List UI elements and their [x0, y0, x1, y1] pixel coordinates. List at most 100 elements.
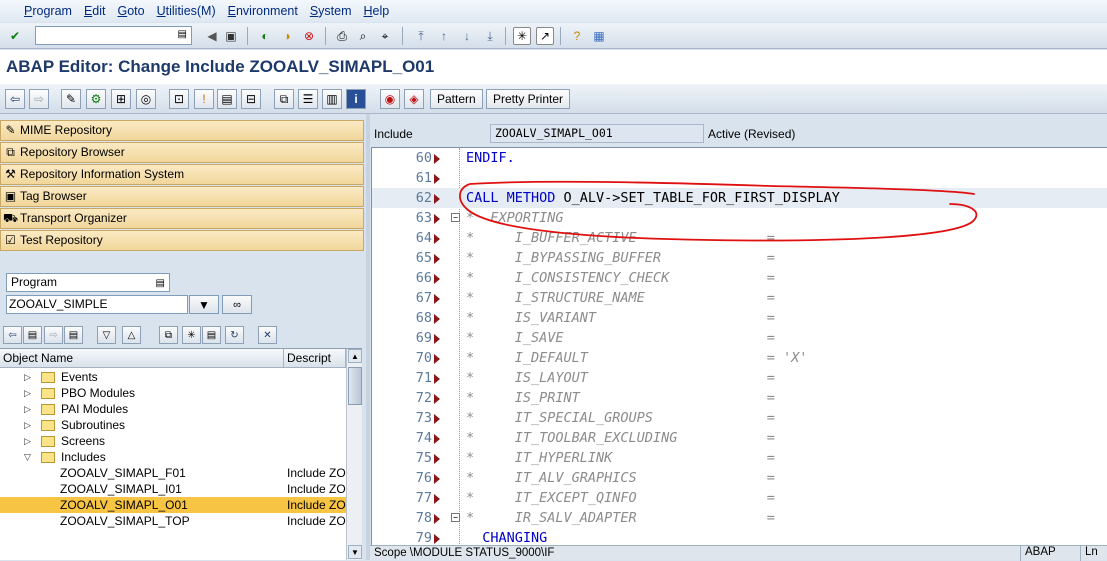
- object-name-dropdown[interactable]: ▼: [189, 295, 219, 314]
- column-description[interactable]: Descript: [284, 349, 346, 368]
- line-marker-icon[interactable]: [434, 454, 440, 464]
- column-object-name[interactable]: Object Name: [0, 349, 284, 368]
- back-arrow-icon[interactable]: ⇦: [5, 89, 25, 109]
- menu-item-utilities-m-[interactable]: Utilities(M): [151, 4, 222, 18]
- code-line[interactable]: 74 * IT_TOOLBAR_EXCLUDING =: [372, 428, 1107, 448]
- line-marker-icon[interactable]: [434, 174, 440, 184]
- tree-folder-row[interactable]: ▷ PAI Modules: [0, 401, 346, 417]
- line-marker-icon[interactable]: [434, 214, 440, 224]
- nav-button-tag-browser[interactable]: ▣ Tag Browser: [0, 186, 364, 207]
- tree-folder-row[interactable]: ▷ Subroutines: [0, 417, 346, 433]
- exit-icon[interactable]: ◑: [278, 27, 296, 45]
- display-change-icon[interactable]: ✎: [61, 89, 81, 109]
- collapsed-node-icon[interactable]: ▷: [24, 417, 34, 433]
- line-marker-icon[interactable]: [434, 514, 440, 524]
- code-line[interactable]: 69 * I_SAVE =: [372, 328, 1107, 348]
- code-line[interactable]: 72 * IS_PRINT =: [372, 388, 1107, 408]
- tree-scrollbar[interactable]: ▲ ▼: [346, 349, 362, 560]
- code-line[interactable]: 78 − * IR_SALV_ADAPTER =: [372, 508, 1107, 528]
- next-page-icon[interactable]: ↓: [458, 27, 476, 45]
- favorites-icon[interactable]: ✳: [182, 326, 201, 344]
- enter-check-icon[interactable]: ✔: [6, 27, 24, 45]
- object-name-input[interactable]: ZOOALV_SIMPLE: [6, 295, 188, 314]
- collapsed-node-icon[interactable]: ▷: [24, 401, 34, 417]
- refresh-icon[interactable]: ↻: [225, 326, 244, 344]
- code-line[interactable]: 77 * IT_EXCEPT_QINFO =: [372, 488, 1107, 508]
- display-object-list-icon[interactable]: ▥: [322, 89, 342, 109]
- line-marker-icon[interactable]: [434, 374, 440, 384]
- hierarchy-up-icon[interactable]: ⧉: [159, 326, 178, 344]
- navigation-window-icon[interactable]: ⊟: [241, 89, 261, 109]
- code-line[interactable]: 67 * I_STRUCTURE_NAME =: [372, 288, 1107, 308]
- code-line[interactable]: 64 * I_BUFFER_ACTIVE =: [372, 228, 1107, 248]
- line-marker-icon[interactable]: [434, 414, 440, 424]
- tree-folder-row[interactable]: ▷ PBO Modules: [0, 385, 346, 401]
- nav-button-test-repository[interactable]: ☑ Test Repository: [0, 230, 364, 251]
- line-marker-icon[interactable]: [434, 234, 440, 244]
- help-icon[interactable]: ?: [568, 27, 586, 45]
- code-line[interactable]: 65 * I_BYPASSING_BUFFER =: [372, 248, 1107, 268]
- other-object-icon[interactable]: ⚙: [86, 89, 106, 109]
- line-marker-icon[interactable]: [434, 354, 440, 364]
- scroll-down-icon[interactable]: ▼: [348, 545, 362, 559]
- print-icon[interactable]: ⎙: [333, 27, 351, 45]
- code-line[interactable]: 61: [372, 168, 1107, 188]
- line-marker-icon[interactable]: [434, 434, 440, 444]
- display-button[interactable]: ∞: [222, 295, 252, 314]
- object-list-icon[interactable]: ▤: [217, 89, 237, 109]
- line-marker-icon[interactable]: [434, 474, 440, 484]
- first-page-icon[interactable]: ⤒: [412, 27, 430, 45]
- line-marker-icon[interactable]: [434, 334, 440, 344]
- find-icon[interactable]: ⌕: [354, 27, 372, 45]
- tree-folder-row[interactable]: ▽ Includes: [0, 449, 346, 465]
- scroll-up-icon[interactable]: ▲: [348, 349, 362, 363]
- pattern-button[interactable]: Pattern: [430, 89, 483, 109]
- tree-list-icon[interactable]: ▤: [202, 326, 221, 344]
- shortcut-icon[interactable]: ↗: [536, 27, 554, 45]
- nav-button-transport-organizer[interactable]: ⛟ Transport Organizer: [0, 208, 364, 229]
- line-marker-icon[interactable]: [434, 154, 440, 164]
- nav-button-repository-information-system[interactable]: ⚒ Repository Information System: [0, 164, 364, 185]
- triangle-left-icon[interactable]: ◀: [203, 27, 221, 45]
- code-line[interactable]: 68 * IS_VARIANT =: [372, 308, 1107, 328]
- code-editor[interactable]: 60 ENDIF. 61 62 CALL METHOD O_ALV->SET_TABLE…: [371, 147, 1107, 545]
- activate-icon[interactable]: ◎: [136, 89, 156, 109]
- collapse-block-icon[interactable]: −: [451, 213, 460, 222]
- tree-folder-row[interactable]: ▷ Events: [0, 369, 346, 385]
- tree-row[interactable]: ZOOALV_SIMAPL_TOP Include ZO: [0, 513, 346, 529]
- menu-item-program[interactable]: Program: [18, 4, 78, 18]
- previous-page-icon[interactable]: ↑: [435, 27, 453, 45]
- last-page-icon[interactable]: ⤓: [481, 27, 499, 45]
- expanded-node-icon[interactable]: ▽: [24, 449, 34, 465]
- line-marker-icon[interactable]: [434, 314, 440, 324]
- where-used-icon[interactable]: !: [194, 89, 214, 109]
- code-line[interactable]: 73 * IT_SPECIAL_GROUPS =: [372, 408, 1107, 428]
- history-icon[interactable]: ▤: [178, 29, 187, 40]
- customize-layout-icon[interactable]: ▦: [590, 27, 608, 45]
- collapsed-node-icon[interactable]: ▷: [24, 433, 34, 449]
- line-marker-icon[interactable]: [434, 254, 440, 264]
- code-line[interactable]: 79 CHANGING: [372, 528, 1107, 545]
- object-type-select[interactable]: Program ▤: [6, 273, 170, 292]
- line-marker-icon[interactable]: [434, 194, 440, 204]
- code-line[interactable]: 63 − * EXPORTING: [372, 208, 1107, 228]
- pretty-printer-button[interactable]: Pretty Printer: [486, 89, 571, 109]
- tree-back-icon[interactable]: ⇦: [3, 326, 22, 344]
- check-icon[interactable]: ⊞: [111, 89, 131, 109]
- forward-arrow-icon[interactable]: ⇨: [29, 89, 49, 109]
- code-line[interactable]: 71 * IS_LAYOUT =: [372, 368, 1107, 388]
- code-line[interactable]: 62 CALL METHOD O_ALV->SET_TABLE_FOR_FIRST…: [372, 188, 1107, 208]
- code-line[interactable]: 66 * I_CONSISTENCY_CHECK =: [372, 268, 1107, 288]
- line-marker-icon[interactable]: [434, 294, 440, 304]
- panel-splitter[interactable]: [366, 114, 370, 560]
- collapse-icon[interactable]: △: [122, 326, 141, 344]
- save-icon[interactable]: ▣: [222, 27, 240, 45]
- tree-history-back-icon[interactable]: ▤: [23, 326, 42, 344]
- line-marker-icon[interactable]: [434, 274, 440, 284]
- menu-item-system[interactable]: System: [304, 4, 358, 18]
- tree-folder-row[interactable]: ▷ Screens: [0, 433, 346, 449]
- menu-item-help[interactable]: Help: [358, 4, 396, 18]
- tree-row[interactable]: ZOOALV_SIMAPL_O01 Include ZO: [0, 497, 346, 513]
- code-line[interactable]: 60 ENDIF.: [372, 148, 1107, 168]
- test-icon[interactable]: ⊡: [169, 89, 189, 109]
